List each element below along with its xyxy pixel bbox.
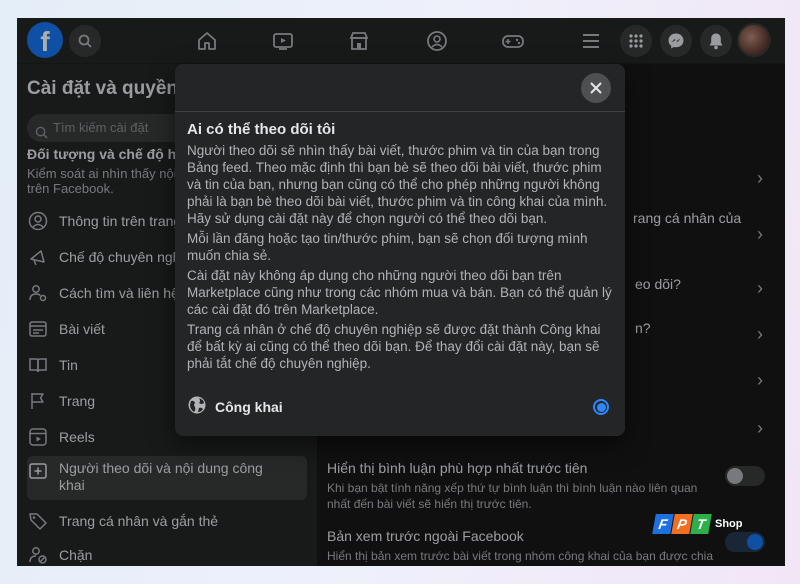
- dialog-header: [175, 64, 625, 112]
- option-label: Công khai: [215, 399, 283, 415]
- public-radio-button[interactable]: [593, 399, 609, 415]
- app-frame: f Cài đặt và quyền Tìm kiếm cài đặt Đối …: [17, 18, 785, 566]
- dialog-title: Ai có thể theo dõi tôi: [187, 121, 336, 138]
- dialog-paragraph: Mỗi lần đăng hoặc tạo tin/thước phim, bạ…: [187, 231, 588, 263]
- dialog-paragraph: Cài đặt này không áp dụng cho những ngườ…: [187, 268, 612, 317]
- close-icon: [590, 82, 602, 94]
- globe-icon: [187, 395, 207, 420]
- watermark-letter: T: [690, 514, 712, 534]
- dialog-paragraph: Trang cá nhân ở chế độ chuyên nghiệp sẽ …: [187, 322, 601, 371]
- fpt-shop-watermark: F P T Shop: [652, 514, 743, 534]
- watermark-letter: P: [671, 514, 693, 534]
- close-button[interactable]: [581, 73, 611, 103]
- dialog-paragraph: Người theo dõi sẽ nhìn thấy bài viết, th…: [187, 143, 608, 226]
- dialog-body: Người theo dõi sẽ nhìn thấy bài viết, th…: [187, 142, 615, 375]
- watermark-shop-text: Shop: [715, 518, 743, 530]
- watermark-letter: F: [652, 514, 674, 534]
- audience-option-public[interactable]: Công khai: [187, 394, 613, 420]
- who-can-follow-dialog: Ai có thể theo dõi tôi Người theo dõi sẽ…: [175, 64, 625, 436]
